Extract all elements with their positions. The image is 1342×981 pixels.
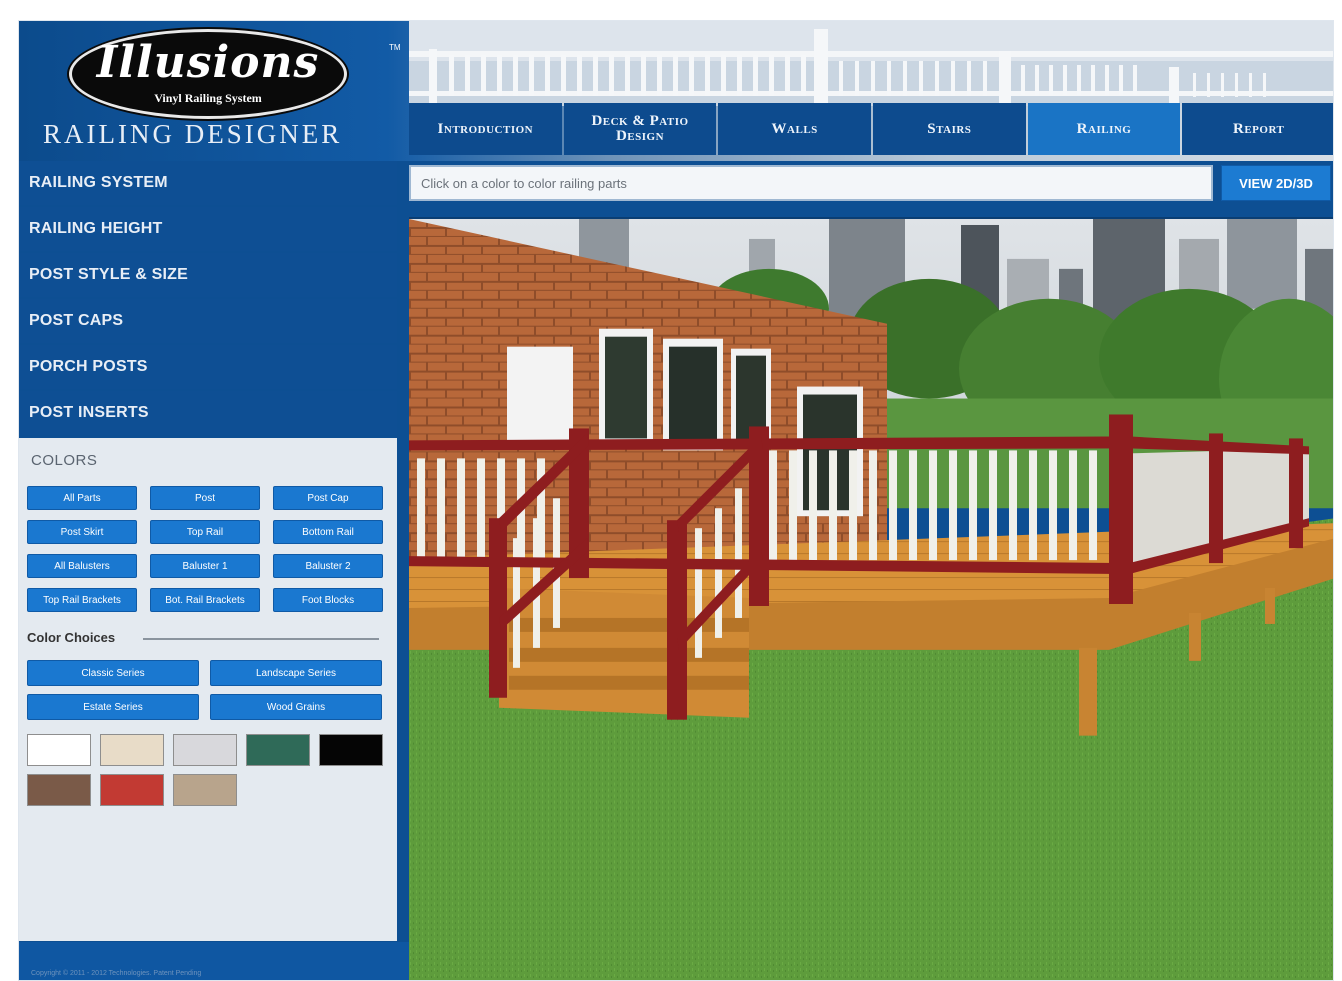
post-button[interactable]: Post: [150, 486, 260, 510]
sidebar-item-post-caps[interactable]: POST CAPS: [19, 299, 397, 343]
app-title: RAILING DESIGNER: [43, 119, 343, 149]
baluster-1-button[interactable]: Baluster 1: [150, 554, 260, 578]
sidebar: RAILING SYSTEM RAILING HEIGHT POST STYLE…: [19, 161, 397, 437]
header-railing-photo: [409, 21, 1333, 106]
tab-report[interactable]: Report: [1182, 103, 1333, 155]
sidebar-item-railing-height[interactable]: RAILING HEIGHT: [19, 207, 397, 251]
color-swatch-almond[interactable]: [100, 734, 164, 766]
illusions-logo: Illusions Vinyl Railing System TM: [69, 29, 401, 119]
footer: Copyright © 2011 - 2012 Technologies. Pa…: [19, 942, 409, 980]
color-swatch-red[interactable]: [100, 774, 164, 806]
sidebar-item-post-inserts[interactable]: POST INSERTS: [19, 391, 397, 435]
header: Illusions Vinyl Railing System TM RAILIN…: [19, 21, 1333, 161]
landscape-series-button[interactable]: Landscape Series: [210, 660, 382, 686]
sidebar-item-railing-system[interactable]: RAILING SYSTEM: [19, 161, 397, 205]
deck-3d-viewport[interactable]: [409, 217, 1334, 981]
color-choices-divider: [143, 638, 379, 640]
tab-walls[interactable]: Walls: [718, 103, 872, 155]
tab-deck-patio-design[interactable]: Deck & Patio Design: [563, 103, 717, 155]
colors-panel: COLORS All Parts Post Post Cap Post Skir…: [19, 438, 397, 941]
logo-trademark: TM: [389, 43, 401, 52]
view-2d-3d-button[interactable]: VIEW 2D/3D: [1221, 165, 1331, 201]
bottom-rail-button[interactable]: Bottom Rail: [273, 520, 383, 544]
baluster-2-button[interactable]: Baluster 2: [273, 554, 383, 578]
color-swatch-white[interactable]: [27, 734, 91, 766]
instruction-bar: Click on a color to color railing parts: [409, 165, 1213, 201]
color-swatch-gray[interactable]: [173, 734, 237, 766]
color-swatch-green[interactable]: [246, 734, 310, 766]
color-swatch-brown[interactable]: [27, 774, 91, 806]
bottom-rail-brackets-button[interactable]: Bot. Rail Brackets: [150, 588, 260, 612]
copyright-text: Copyright © 2011 - 2012 Technologies. Pa…: [31, 970, 202, 977]
color-choices-heading: Color Choices: [27, 630, 116, 645]
post-skirt-button[interactable]: Post Skirt: [27, 520, 137, 544]
house-door: [507, 346, 573, 445]
tab-introduction[interactable]: Introduction: [409, 103, 562, 155]
top-rail-brackets-button[interactable]: Top Rail Brackets: [27, 588, 137, 612]
tab-railing[interactable]: Railing: [1027, 103, 1181, 155]
foot-blocks-button[interactable]: Foot Blocks: [273, 588, 383, 612]
main-tabs: Introduction Deck & Patio Design Walls S…: [409, 103, 1333, 155]
tab-stairs[interactable]: Stairs: [873, 103, 1026, 155]
color-swatch-tan[interactable]: [173, 774, 237, 806]
wood-grains-button[interactable]: Wood Grains: [210, 694, 382, 720]
sidebar-item-porch-posts[interactable]: PORCH POSTS: [19, 345, 397, 389]
colors-heading: COLORS: [31, 452, 98, 469]
top-rail-button[interactable]: Top Rail: [150, 520, 260, 544]
post-cap-button[interactable]: Post Cap: [273, 486, 383, 510]
all-parts-button[interactable]: All Parts: [27, 486, 137, 510]
all-balusters-button[interactable]: All Balusters: [27, 554, 137, 578]
color-swatch-black[interactable]: [319, 734, 383, 766]
classic-series-button[interactable]: Classic Series: [27, 660, 199, 686]
railing-designer-app: Illusions Vinyl Railing System TM RAILIN…: [18, 20, 1334, 981]
sidebar-item-post-style-size[interactable]: POST STYLE & SIZE: [19, 253, 397, 297]
logo-subtext: Vinyl Railing System: [154, 91, 262, 105]
estate-series-button[interactable]: Estate Series: [27, 694, 199, 720]
logo-brand-text: Illusions: [96, 37, 320, 88]
